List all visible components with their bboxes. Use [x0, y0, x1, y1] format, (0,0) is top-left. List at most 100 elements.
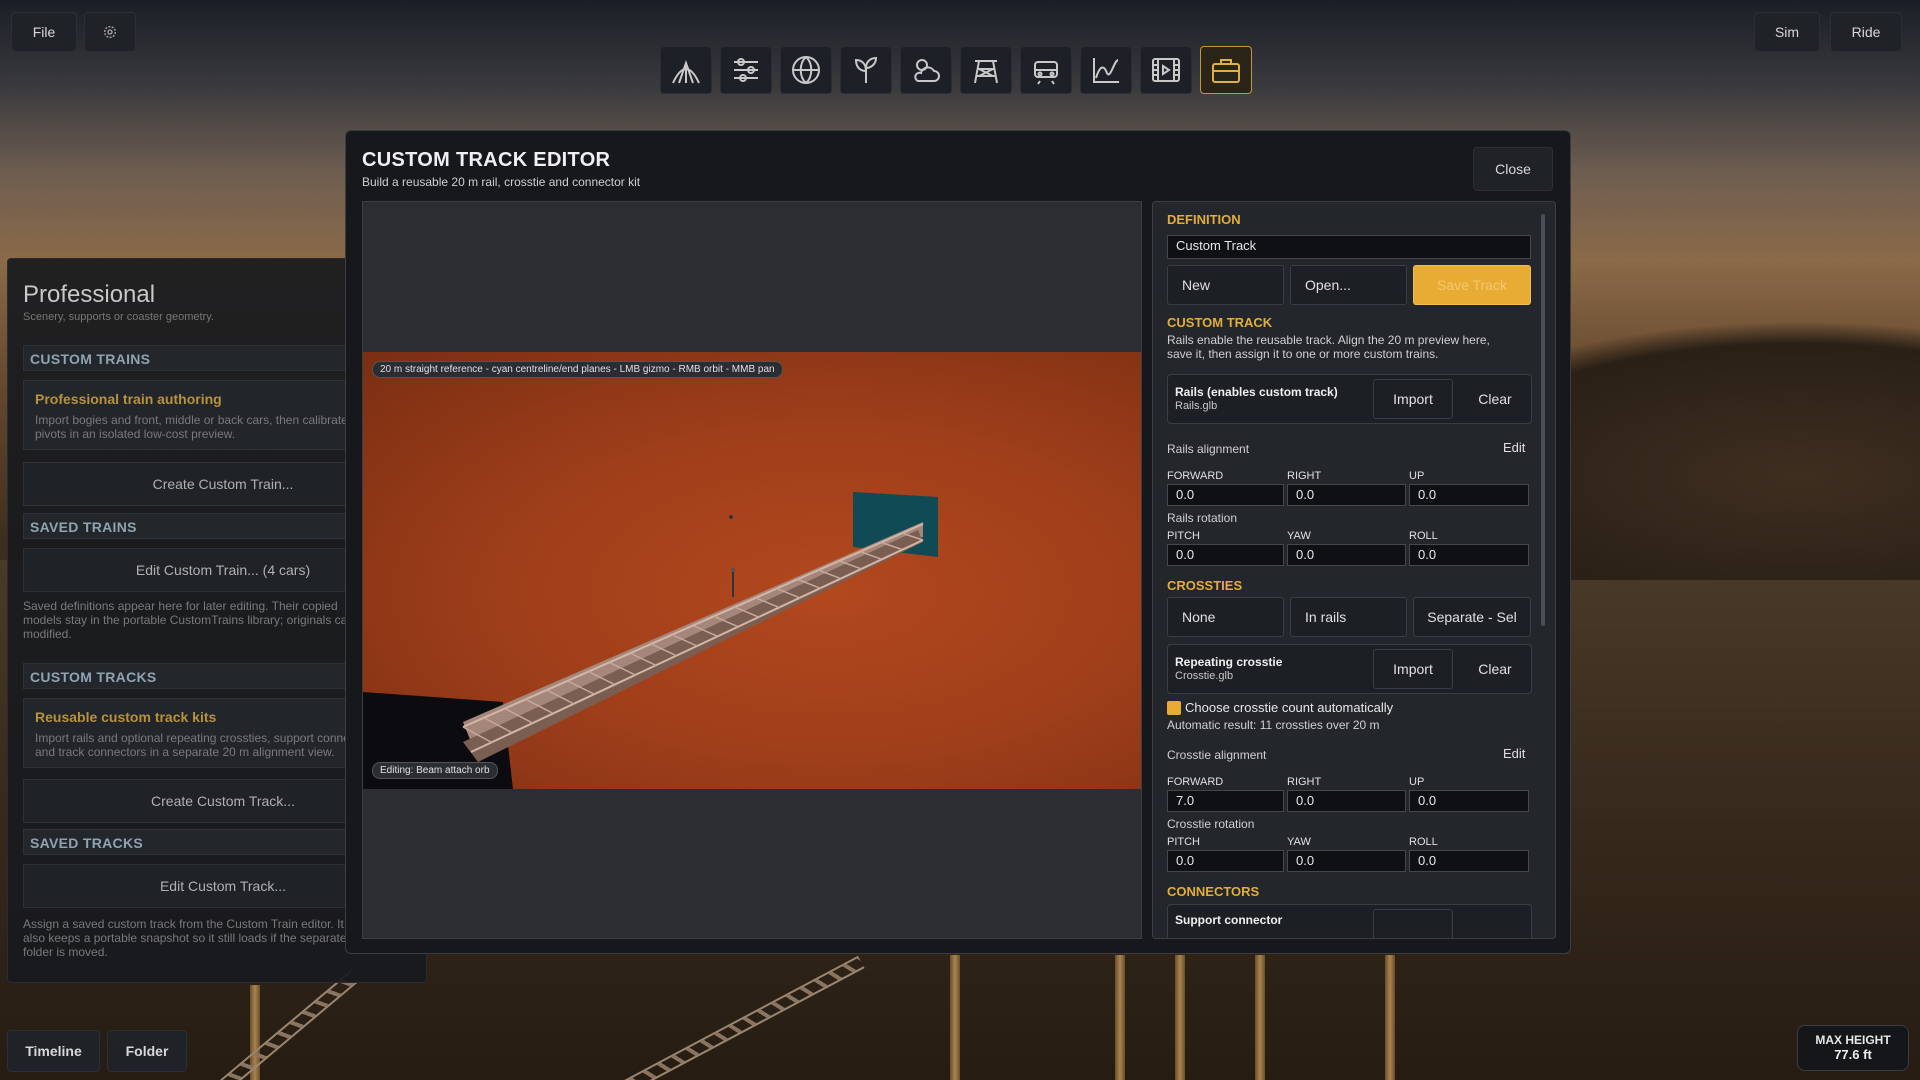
max-height-badge: MAX HEIGHT 77.6 ft — [1797, 1025, 1909, 1071]
right-label: RIGHT — [1287, 776, 1322, 788]
crosstie-roll-input[interactable]: 0.0 — [1409, 850, 1529, 872]
track-name-input[interactable]: Custom Track — [1167, 235, 1531, 259]
support-pillar — [950, 955, 960, 1080]
roll-label: ROLL — [1409, 836, 1438, 848]
track-definition-panel: DEFINITION Custom Track New Open... Save… — [1152, 201, 1556, 939]
rails-forward-input[interactable]: 0.0 — [1167, 484, 1284, 506]
support-connector-name: Support connector — [1175, 913, 1283, 927]
crosstie-asset-name: Repeating crosstie — [1175, 655, 1283, 669]
support-pillar — [1175, 955, 1185, 1080]
viewport-hint: 20 m straight reference - cyan centrelin… — [372, 361, 783, 378]
panel-subtitle: Scenery, supports or coaster geometry. — [23, 311, 214, 323]
sliders-icon — [734, 58, 758, 82]
preview-viewport[interactable]: 20 m straight reference - cyan centrelin… — [362, 201, 1142, 939]
preview-scene[interactable]: 20 m straight reference - cyan centrelin… — [363, 352, 1141, 789]
timeline-button[interactable]: Timeline — [7, 1030, 100, 1072]
support-pillar — [1115, 955, 1125, 1080]
crosstie-alignment-label: Crosstie alignment — [1167, 748, 1267, 762]
track-arch-icon — [672, 59, 700, 84]
forward-label: FORWARD — [1167, 470, 1224, 482]
crosstie-up-input[interactable]: 0.0 — [1409, 790, 1529, 812]
track-arch-tool[interactable] — [660, 46, 712, 94]
custom-track-heading: CUSTOM TRACK — [1167, 315, 1273, 330]
connectors-heading: CONNECTORS — [1167, 884, 1260, 899]
save-track-button[interactable]: Save Track — [1413, 265, 1531, 305]
connector-import-button[interactable] — [1373, 909, 1453, 938]
new-button[interactable]: New — [1167, 265, 1284, 305]
track-preview-render — [363, 492, 938, 789]
close-button[interactable]: Close — [1473, 147, 1553, 191]
custom-track-editor-dialog: CUSTOM TRACK EDITOR Build a reusable 20 … — [345, 130, 1571, 954]
supports-tool[interactable] — [960, 46, 1012, 94]
rails-roll-input[interactable]: 0.0 — [1409, 544, 1529, 566]
crosstie-alignment-edit[interactable]: Edit — [1503, 746, 1525, 761]
crosstie-pitch-input[interactable]: 0.0 — [1167, 850, 1284, 872]
rails-right-input[interactable]: 0.0 — [1287, 484, 1406, 506]
support-pillar — [1255, 955, 1265, 1080]
custom-track-description: Rails enable the reusable track. Align t… — [1167, 333, 1490, 347]
open-button[interactable]: Open... — [1290, 265, 1407, 305]
sim-button[interactable]: Sim — [1754, 12, 1820, 52]
rails-up-input[interactable]: 0.0 — [1409, 484, 1529, 506]
dialog-subtitle: Build a reusable 20 m rail, crosstie and… — [362, 175, 641, 189]
rails-alignment-label: Rails alignment — [1167, 442, 1250, 456]
chart-icon — [1093, 58, 1119, 83]
gear-icon — [104, 26, 116, 38]
ride-button[interactable]: Ride — [1830, 12, 1902, 52]
rails-clear-button[interactable]: Clear — [1463, 379, 1527, 419]
cinematic-tool[interactable] — [1140, 46, 1192, 94]
max-height-value: 77.6 ft — [1834, 1047, 1872, 1062]
crossties-heading: CROSSTIES — [1167, 578, 1243, 593]
rails-alignment-edit[interactable]: Edit — [1503, 440, 1525, 455]
scenery-tool[interactable] — [840, 46, 892, 94]
weather-icon — [914, 59, 940, 82]
auto-count-label[interactable]: Choose crosstie count automatically — [1185, 701, 1393, 715]
rails-import-button[interactable]: Import — [1373, 379, 1453, 419]
right-label: RIGHT — [1287, 470, 1322, 482]
rails-yaw-input[interactable]: 0.0 — [1287, 544, 1406, 566]
max-height-label: MAX HEIGHT — [1815, 1033, 1891, 1047]
settings-button[interactable] — [84, 12, 136, 52]
professional-tool[interactable] — [1200, 46, 1252, 94]
weather-tool[interactable] — [900, 46, 952, 94]
globe-icon — [792, 56, 820, 84]
crosstie-rotation-label: Crosstie rotation — [1167, 817, 1255, 831]
crosstie-asset-file: Crosstie.glb — [1175, 670, 1234, 682]
panel-title: Professional — [23, 281, 156, 308]
crosstie-separate-option[interactable]: Separate - Sel — [1413, 597, 1531, 637]
panel-scrollbar[interactable] — [1541, 214, 1545, 626]
settings-tool[interactable] — [720, 46, 772, 94]
crosstie-asset-row: Repeating crosstie Crosstie.glb Import C… — [1167, 644, 1532, 694]
roll-label: ROLL — [1409, 530, 1438, 542]
crosstie-clear-button[interactable]: Clear — [1463, 649, 1527, 689]
stats-tool[interactable] — [1080, 46, 1132, 94]
rails-rotation-label: Rails rotation — [1167, 511, 1238, 525]
crosstie-yaw-input[interactable]: 0.0 — [1287, 850, 1406, 872]
custom-track-description: save it, then assign it to one or more c… — [1167, 347, 1439, 361]
support-connector-row: Support connector — [1167, 904, 1532, 938]
pitch-label: PITCH — [1167, 836, 1200, 848]
tower-icon — [974, 60, 998, 84]
support-pillar — [1385, 955, 1395, 1080]
train-tool[interactable] — [1020, 46, 1072, 94]
file-button[interactable]: File — [11, 12, 77, 52]
crosstie-right-input[interactable]: 0.0 — [1287, 790, 1406, 812]
yaw-label: YAW — [1287, 530, 1311, 542]
crosstie-none-option[interactable]: None — [1167, 597, 1284, 637]
main-toolbar — [660, 46, 1252, 94]
crosstie-forward-input[interactable]: 7.0 — [1167, 790, 1284, 812]
rails-pitch-input[interactable]: 0.0 — [1167, 544, 1284, 566]
folder-button[interactable]: Folder — [107, 1030, 187, 1072]
plant-icon — [854, 56, 878, 83]
terrain-tool[interactable] — [780, 46, 832, 94]
rails-asset-file: Rails.glb — [1175, 400, 1218, 412]
up-label: UP — [1409, 470, 1425, 482]
rails-asset-row: Rails (enables custom track) Rails.glb I… — [1167, 374, 1532, 424]
rails-asset-name: Rails (enables custom track) — [1175, 385, 1338, 399]
crosstie-import-button[interactable]: Import — [1373, 649, 1453, 689]
auto-count-checkbox[interactable] — [1167, 701, 1181, 715]
crosstie-in-rails-option[interactable]: In rails — [1290, 597, 1407, 637]
dialog-title: CUSTOM TRACK EDITOR — [362, 149, 611, 171]
up-label: UP — [1409, 776, 1425, 788]
briefcase-icon — [1212, 59, 1240, 83]
